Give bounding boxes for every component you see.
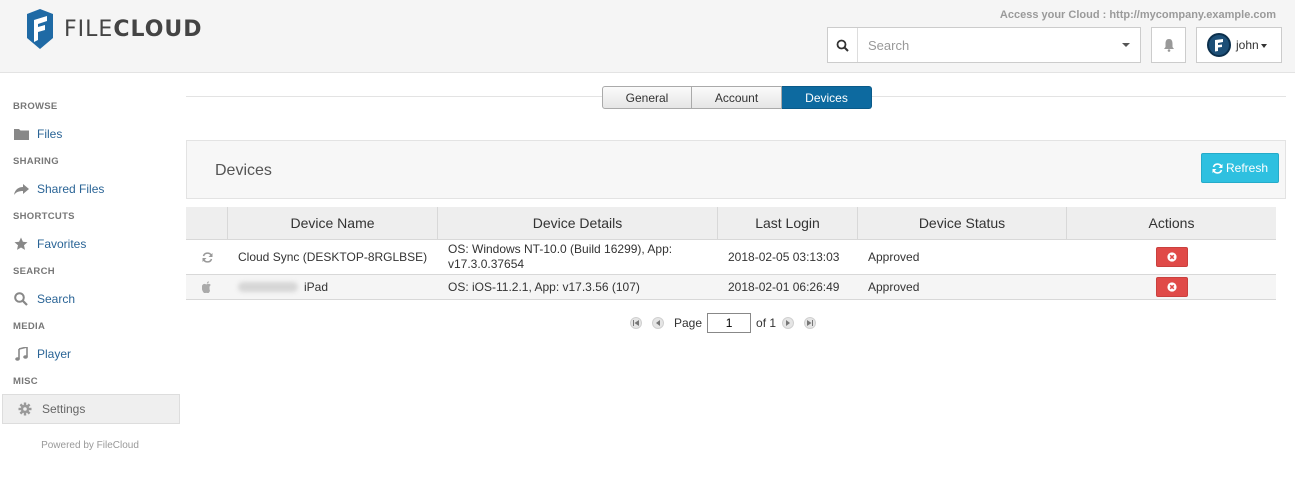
sidebar-section-misc: MISC (13, 376, 38, 387)
page-count-label: of 1 (756, 316, 777, 330)
refresh-label: Refresh (1225, 161, 1269, 175)
previous-page-icon[interactable] (652, 317, 664, 329)
search-box (827, 27, 1141, 63)
close-icon (1166, 252, 1177, 262)
sidebar-item-label: Player (37, 347, 72, 361)
page-title: Devices (215, 162, 272, 179)
device-details-line: v17.3.0.37654 (448, 257, 525, 271)
device-details-cell: OS: Windows NT-10.0 (Build 16299), App: … (438, 240, 718, 274)
logo-text-bold: CLOUD (113, 16, 203, 42)
sidebar-section-sharing: SHARING (13, 156, 59, 167)
actions-cell (1067, 240, 1276, 274)
column-header-device-status[interactable]: Device Status (858, 207, 1067, 239)
column-header-device-name[interactable]: Device Name (228, 207, 438, 239)
gear-icon (17, 402, 33, 416)
filecloud-logo[interactable]: FILECLOUD (25, 8, 203, 50)
next-page-icon[interactable] (782, 317, 795, 329)
apple-icon (186, 275, 228, 299)
search-icon[interactable] (828, 28, 858, 62)
access-cloud-text: Access your Cloud : http://mycompany.exa… (999, 9, 1276, 21)
column-header-actions: Actions (1148, 215, 1195, 231)
share-icon (13, 182, 29, 196)
chevron-down-icon (1260, 44, 1267, 48)
user-menu-button[interactable]: john (1196, 27, 1282, 63)
sidebar-item-files[interactable]: Files (0, 119, 180, 149)
sidebar-item-label: Search (37, 292, 76, 306)
sidebar: BROWSE Files SHARING Shared Files SHORTC… (0, 73, 180, 500)
refresh-icon (1212, 162, 1223, 174)
logo-text: FILECLOUD (64, 17, 203, 42)
search-icon (13, 292, 29, 306)
star-icon (13, 237, 29, 251)
tab-devices[interactable]: Devices (782, 86, 872, 109)
table-row[interactable]: Cloud Sync (DESKTOP-8RGLBSE) OS: Windows… (186, 240, 1276, 275)
last-login-cell: 2018-02-01 06:26:49 (728, 280, 840, 294)
column-header-last-login[interactable]: Last Login (718, 207, 858, 239)
music-icon (13, 347, 29, 361)
sidebar-section-media: MEDIA (13, 321, 46, 332)
device-name-cell: iPad (228, 275, 438, 299)
remove-device-button[interactable] (1155, 277, 1188, 297)
sidebar-item-settings[interactable]: Settings (2, 394, 180, 424)
actions-cell (1067, 275, 1276, 299)
sidebar-item-label: Favorites (37, 237, 87, 251)
column-header-device-details[interactable]: Device Details (438, 207, 718, 239)
devices-panel-header: Devices Refresh (186, 140, 1286, 199)
bell-icon (1163, 39, 1174, 52)
sidebar-item-favorites[interactable]: Favorites (0, 229, 180, 259)
redacted-owner-name (238, 282, 298, 292)
username-label: john (1236, 38, 1259, 52)
device-details-cell: OS: iOS-11.2.1, App: v17.3.56 (107) (448, 279, 640, 294)
avatar (1207, 33, 1231, 57)
notifications-button[interactable] (1151, 27, 1186, 63)
folder-icon (13, 127, 29, 141)
sidebar-item-player[interactable]: Player (0, 339, 180, 369)
sidebar-section-search: SEARCH (13, 266, 55, 277)
last-login-cell: 2018-02-05 03:13:03 (728, 250, 840, 264)
last-page-icon[interactable] (804, 317, 817, 329)
app-header: FILECLOUD Access your Cloud : http://myc… (0, 0, 1295, 73)
sidebar-item-shared-files[interactable]: Shared Files (0, 174, 180, 204)
close-icon (1166, 282, 1177, 292)
powered-by-text: Powered by FileCloud (41, 440, 139, 451)
settings-tabs: General Account Devices (602, 86, 872, 109)
table-header: Device Name Device Details Last Login De… (186, 207, 1276, 240)
search-dropdown-icon[interactable] (1112, 43, 1140, 47)
tab-general[interactable]: General (602, 86, 692, 109)
logo-text-light: FILE (64, 16, 114, 42)
sidebar-item-label: Files (37, 127, 63, 141)
device-name-cell: Cloud Sync (DESKTOP-8RGLBSE) (238, 250, 428, 264)
sync-icon (186, 240, 228, 274)
search-input[interactable] (858, 28, 1112, 62)
remove-device-button[interactable] (1155, 247, 1188, 267)
sidebar-item-search[interactable]: Search (0, 284, 180, 314)
sidebar-item-label: Settings (42, 402, 86, 416)
page-label: Page (674, 316, 703, 330)
sidebar-section-browse: BROWSE (13, 101, 58, 112)
device-status-cell: Approved (868, 280, 920, 294)
table-row[interactable]: iPad OS: iOS-11.2.1, App: v17.3.56 (107)… (186, 275, 1276, 300)
sidebar-section-shortcuts: SHORTCUTS (13, 211, 75, 222)
device-details-line: OS: Windows NT-10.0 (Build 16299), App: (448, 242, 673, 256)
device-status-cell: Approved (868, 250, 920, 264)
first-page-icon[interactable] (630, 317, 642, 329)
device-name-label: iPad (304, 280, 329, 294)
devices-table: Device Name Device Details Last Login De… (186, 207, 1276, 300)
refresh-button[interactable]: Refresh (1201, 153, 1279, 183)
column-header-icon (186, 207, 228, 239)
tab-account[interactable]: Account (692, 86, 782, 109)
sidebar-item-label: Shared Files (37, 182, 105, 196)
pagination: Page of 1 (630, 313, 826, 333)
filecloud-logo-icon (27, 9, 53, 49)
page-number-input[interactable] (707, 313, 752, 333)
